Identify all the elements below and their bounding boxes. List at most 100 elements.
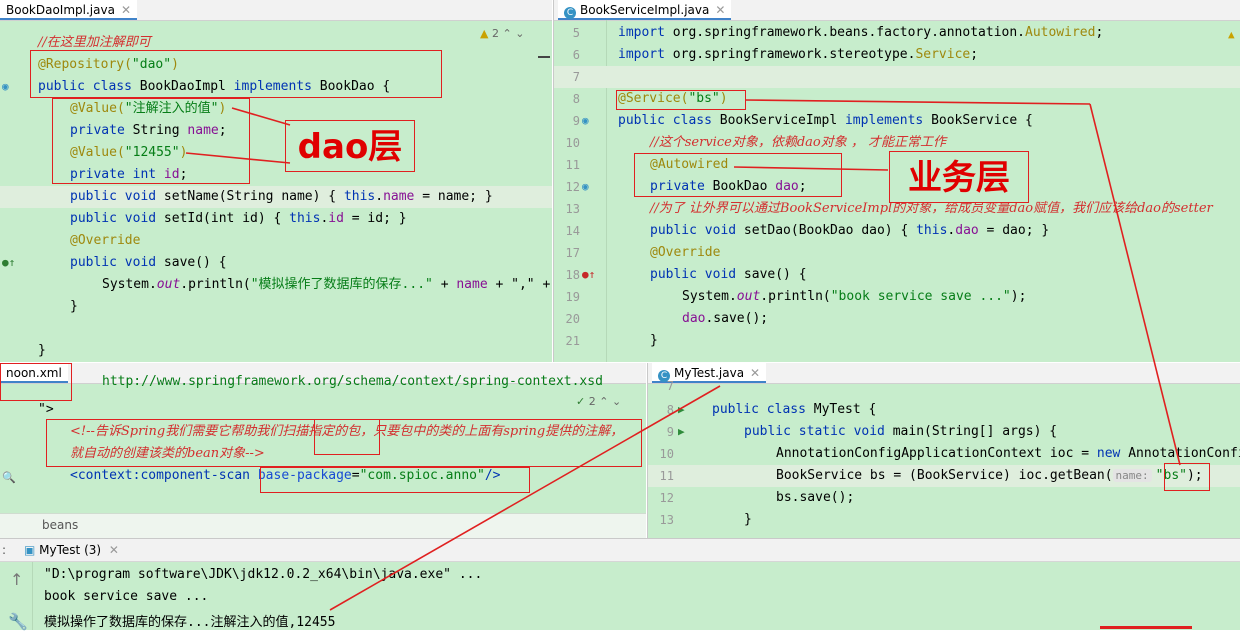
annotation-box-base-package (260, 467, 530, 493)
operator: + (432, 277, 457, 292)
code-line: 13} (648, 509, 1240, 531)
interface-name: BookService { (931, 113, 1033, 128)
field-name: dao (955, 223, 979, 238)
code-line: 7 (648, 377, 1240, 399)
static-field: out (736, 289, 761, 304)
operator: + "," + (487, 277, 551, 292)
keyword: this (916, 223, 948, 238)
field-name: id (328, 211, 344, 226)
code-line: 5 import org.springframework.beans.factor… (554, 22, 1240, 44)
tab-bookserviceimpl[interactable]: C BookServiceImpl.java ✕ (558, 0, 732, 20)
code-line: 6 import org.springframework.stereotype.S… (554, 44, 1240, 66)
class-name: BookServiceImpl (719, 113, 845, 128)
method-call: .save(); (705, 311, 769, 326)
declaration: BookService bs = (BookService) ioc.getBe… (776, 468, 1113, 483)
package-path: org.springframework.beans.factory.annota… (672, 25, 1025, 40)
xml-tag-close: "> (38, 402, 54, 417)
paren: ); (1010, 289, 1027, 304)
line-number: 12 (659, 491, 674, 505)
keyword: public static void (744, 424, 893, 439)
xml-tag: <context:component-scan (70, 468, 258, 483)
console-toolbar: ↑ 🔧 (0, 562, 33, 631)
line-number: 9 (666, 425, 674, 439)
tab-mytest-run[interactable]: ▣ MyTest (3) ✕ (24, 539, 119, 561)
close-icon[interactable]: ✕ (109, 543, 119, 557)
keyword: import (618, 25, 673, 40)
run-console[interactable]: : ▣ MyTest (3) ✕ ↑ 🔧 "D:\program softwar… (0, 538, 1240, 631)
method-call: .println( (760, 289, 831, 304)
dao-editor-pane[interactable]: BookDaoImpl.java ✕ ▲ 2 ⌃ ⌄ ◉ ●↑ //在这里加注解即… (0, 0, 552, 362)
field-name: dao (682, 311, 706, 326)
method-body: = name; } (414, 189, 493, 204)
service-tab-bar: C BookServiceImpl.java ✕ (554, 0, 1240, 21)
class-name: MyTest { (813, 402, 877, 417)
code-line: 19 System.out.println("book service save … (554, 286, 1240, 308)
tab-label: BookServiceImpl.java (580, 3, 710, 17)
code-line: http://www.springframework.org/schema/co… (0, 373, 646, 395)
xml-breadcrumb-bar: beans (0, 513, 646, 538)
dao-tab-bar: BookDaoImpl.java ✕ (0, 0, 552, 21)
xml-editor-pane[interactable]: noon.xml http://www.springframework.org/… (0, 363, 646, 538)
search-gutter-icon[interactable]: 🔍 (2, 471, 16, 484)
console-tab-label: MyTest (3) (39, 543, 102, 557)
breadcrumb-beans[interactable]: beans (42, 518, 78, 532)
keyword: public class (712, 402, 814, 417)
declaration: AnnotationConfigApplicationContext ioc = (776, 446, 1097, 461)
method-call: .println( (180, 277, 251, 292)
console-line: "D:\program software\JDK\jdk12.0.2_x64\b… (44, 567, 483, 582)
semicolon: ; (970, 47, 979, 62)
test-editor-pane[interactable]: C MyTest.java ✕ ▶ ▶ 7 8 public class MyTest… (647, 363, 1240, 538)
field-name: name (456, 277, 488, 292)
dot: . (375, 189, 384, 204)
wrench-icon[interactable]: 🔧 (8, 612, 28, 631)
code-line: System.out.println("模拟操作了数据库的保存..." + na… (0, 274, 552, 296)
line-number: 5 (572, 26, 580, 40)
code-line: @Override (0, 230, 552, 252)
field-name: name (383, 189, 415, 204)
keyword: implements (844, 113, 932, 128)
line-number: 19 (565, 290, 580, 304)
keyword: this (343, 189, 376, 204)
close-icon[interactable]: ✕ (715, 3, 725, 17)
brace: } (38, 343, 46, 358)
code-line: 21} (554, 330, 1240, 352)
code-line: 11 BookService bs = (BookService) ioc.get… (648, 465, 1240, 487)
line-number: 14 (565, 224, 580, 238)
parameter-hint: name: (1112, 469, 1152, 482)
code-line: public void setName(String name) { this.… (0, 186, 552, 208)
tab-label: BookDaoImpl.java (6, 3, 115, 17)
dao-layer-label: dao层 (285, 120, 415, 172)
code-line: 8 public class MyTest { (648, 399, 1240, 421)
annotation-box-values (52, 98, 250, 184)
annotation-box-autowired (634, 153, 842, 197)
line-number: 11 (565, 158, 580, 172)
line-number: 10 (565, 136, 580, 150)
code-line: 14 public void setDao(BookDao dao) { this… (554, 220, 1240, 242)
run-config-icon: ▣ (24, 543, 36, 557)
schema-url: http://www.springframework.org/schema/co… (102, 374, 603, 389)
keyword: new (1096, 446, 1129, 461)
class-name: AnnotationConfigApplicationContext (1128, 446, 1240, 461)
import-class: Service (915, 47, 971, 62)
code-line: public void save() { (0, 252, 552, 274)
tab-bookdaoimpl[interactable]: BookDaoImpl.java ✕ (0, 0, 137, 20)
annotation-box-package-word (314, 419, 380, 455)
code-line: 7 (554, 66, 1240, 88)
package-path: org.springframework.stereotype. (672, 47, 916, 62)
keyword: public void (70, 211, 164, 226)
string-literal: "模拟操作了数据库的保存..." (250, 277, 433, 292)
class-icon: C (564, 7, 576, 19)
arrow-up-icon[interactable]: ↑ (10, 570, 23, 589)
service-editor-pane[interactable]: C BookServiceImpl.java ✕ ▲ ◉ ◉ ●↑ 5 import … (553, 0, 1240, 362)
keyword: import (618, 47, 673, 62)
annotation-box-getbean-bs (1164, 463, 1210, 491)
line-number: 6 (572, 48, 580, 62)
run-icon: : (2, 543, 7, 557)
code-line: 12 bs.save(); (648, 487, 1240, 509)
line-number: 13 (659, 513, 674, 527)
code-line: 18 public void save() { (554, 264, 1240, 286)
method-signature: save() { (743, 267, 807, 282)
line-number: 8 (666, 403, 674, 417)
line-number: 17 (565, 246, 580, 260)
close-icon[interactable]: ✕ (121, 3, 131, 17)
